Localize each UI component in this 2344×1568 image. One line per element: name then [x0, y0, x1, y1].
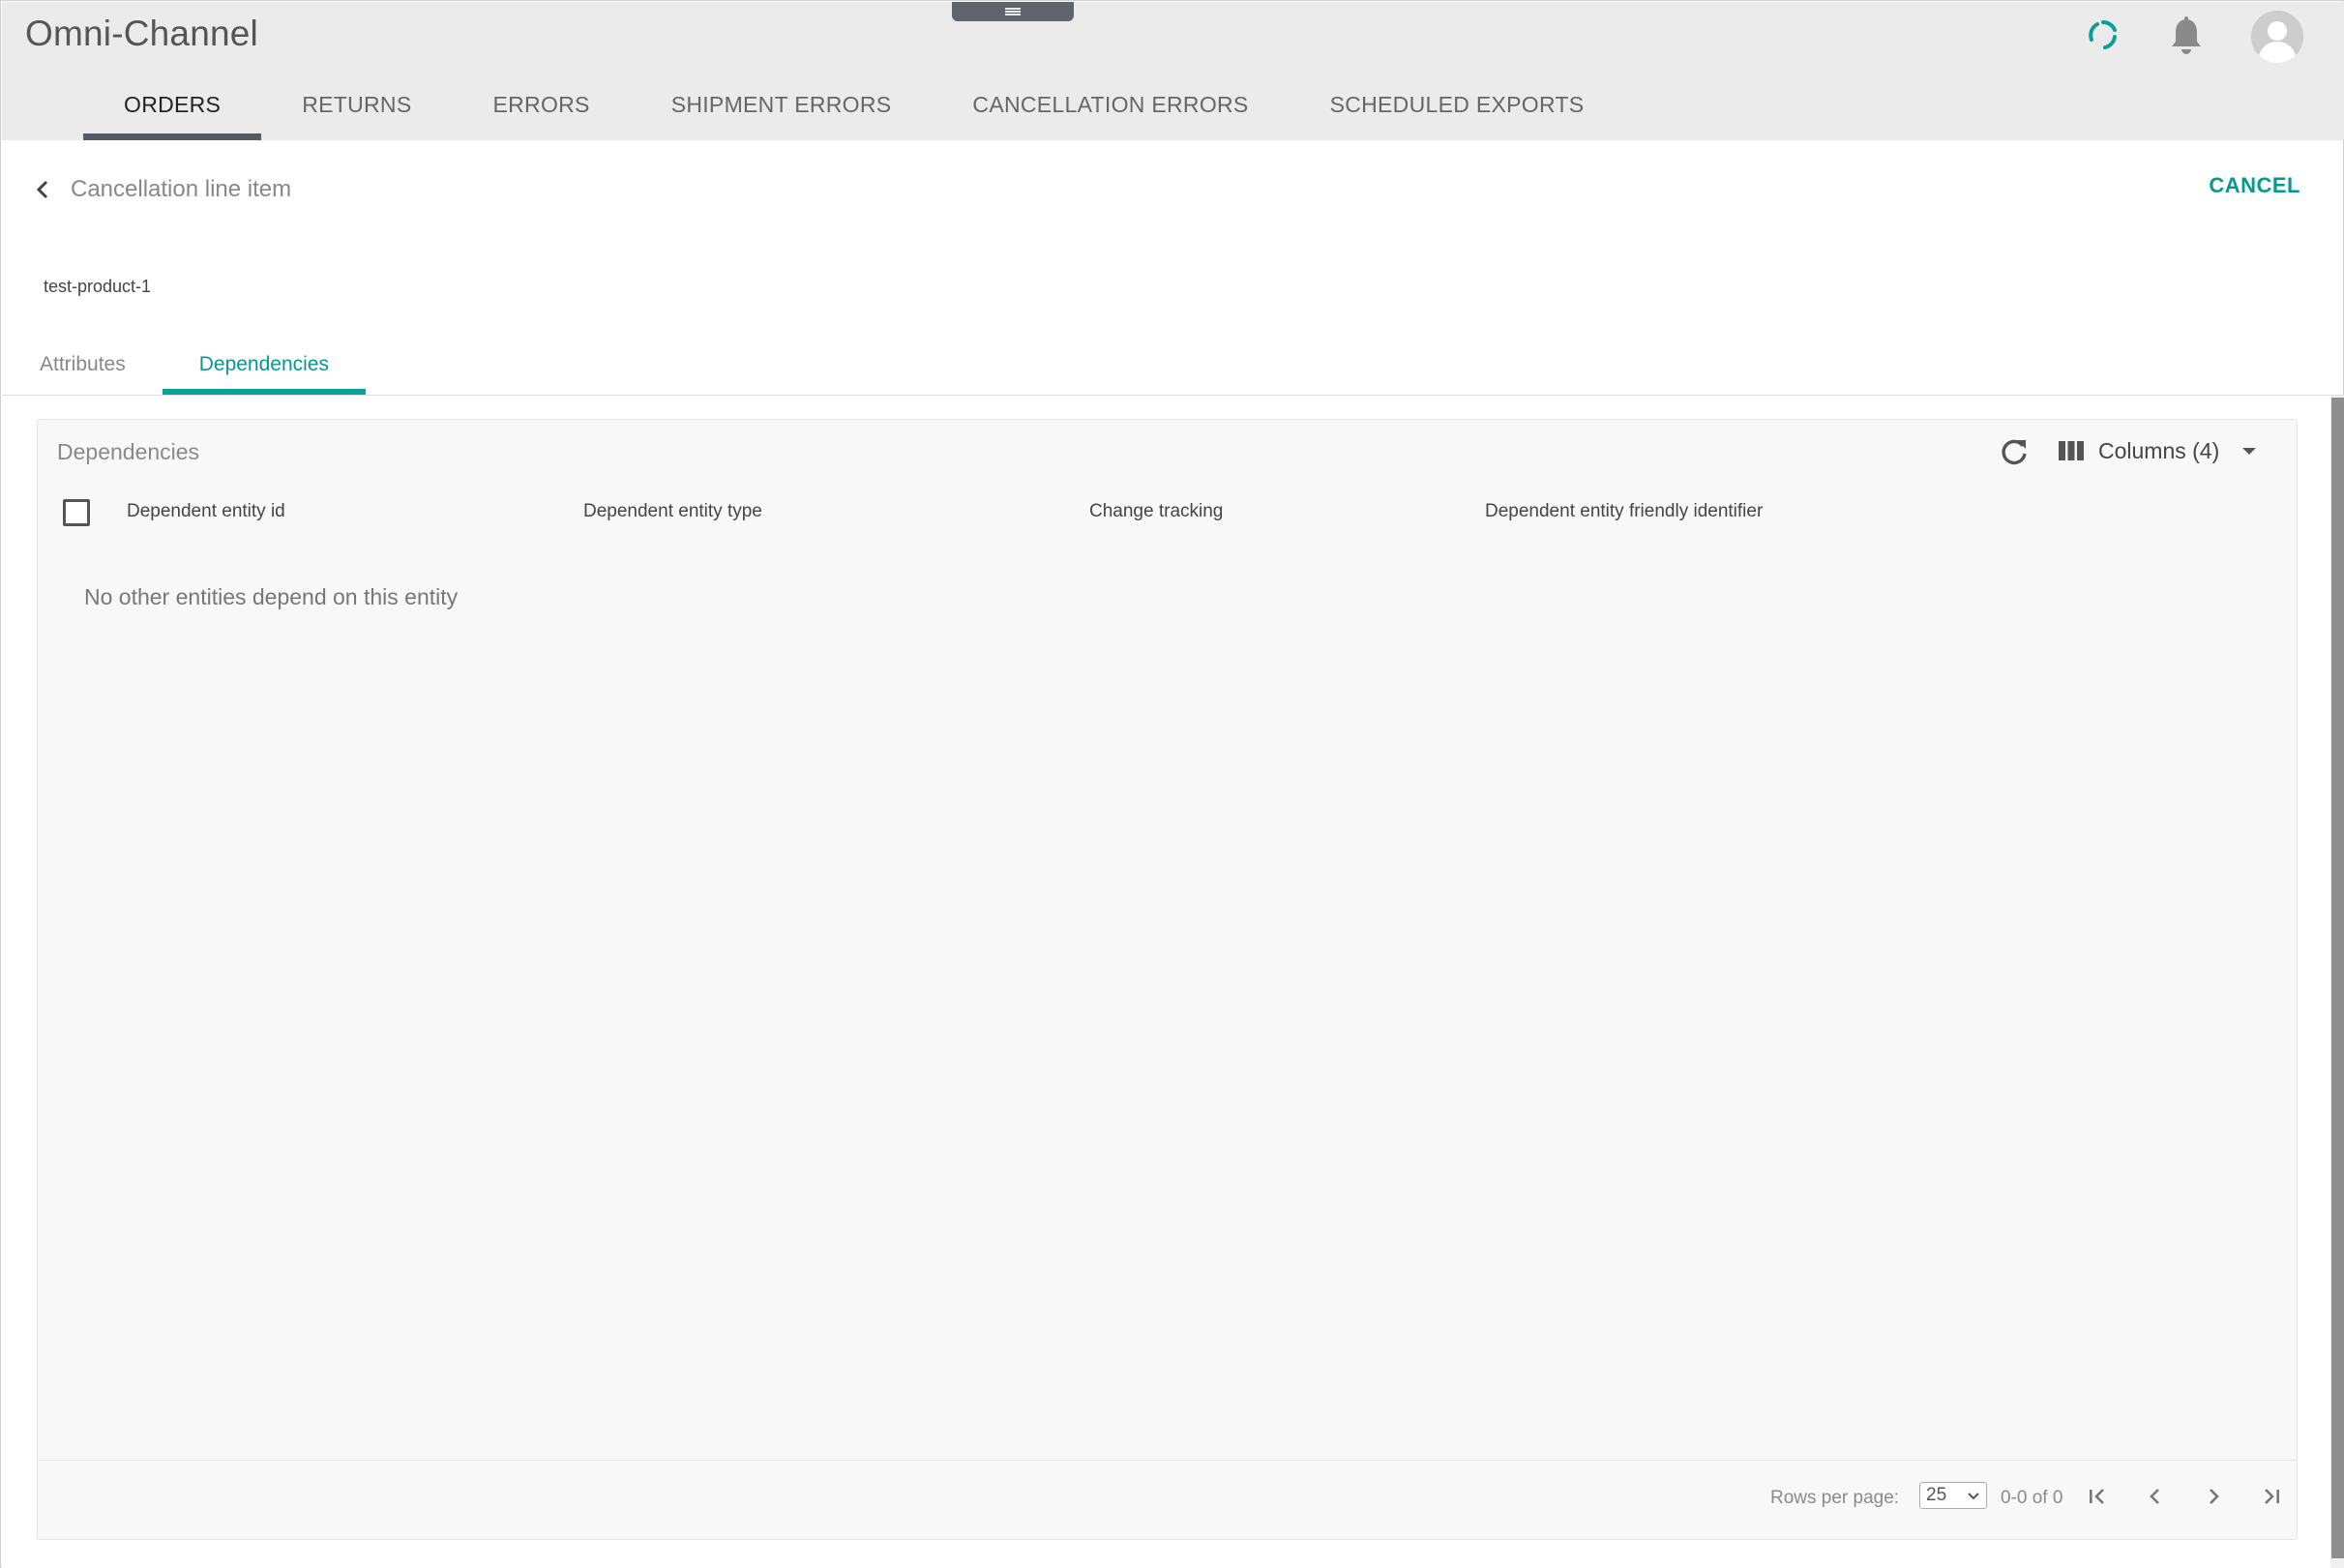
caret-down-icon	[2242, 448, 2257, 455]
rows-per-page-label: Rows per page:	[1770, 1488, 1900, 1508]
back-link[interactable]: Cancellation line item	[30, 170, 291, 209]
avatar[interactable]	[2251, 11, 2303, 63]
select-all-checkbox[interactable]	[63, 499, 90, 526]
column-header-friendly-identifier[interactable]: Dependent entity friendly identifier	[1485, 501, 1763, 522]
table-footer: Rows per page: 25 0-0 of 0	[38, 1460, 2297, 1539]
tab-cancellation-errors[interactable]: CANCELLATION ERRORS	[932, 70, 1289, 140]
chevron-left-icon	[36, 180, 48, 199]
tab-returns[interactable]: RETURNS	[261, 70, 452, 140]
main-nav: ORDERS RETURNS ERRORS SHIPMENT ERRORS CA…	[83, 70, 1624, 140]
column-header-dependent-entity-type[interactable]: Dependent entity type	[583, 501, 762, 522]
next-page-icon[interactable]	[2199, 1482, 2228, 1511]
columns-button[interactable]: Columns (4)	[2058, 434, 2258, 467]
pagination-range: 0-0 of 0	[2001, 1488, 2063, 1508]
table-header: Dependent entity id Dependent entity typ…	[38, 489, 2297, 536]
app-title: Omni-Channel	[25, 14, 258, 53]
columns-label: Columns (4)	[2098, 437, 2220, 463]
empty-message: No other entities depend on this entity	[84, 584, 459, 609]
refresh-icon[interactable]	[1998, 435, 2031, 468]
tab-dependencies[interactable]: Dependencies	[162, 335, 367, 395]
last-page-icon[interactable]	[2257, 1482, 2286, 1511]
cancel-button[interactable]: CANCEL	[2209, 173, 2300, 198]
sync-icon[interactable]	[2084, 15, 2122, 54]
product-id: test-product-1	[44, 277, 152, 296]
menu-handle[interactable]	[952, 2, 1074, 21]
page-title: Cancellation line item	[71, 176, 292, 202]
detail-tabs: Attributes Dependencies	[15, 335, 367, 395]
bell-icon[interactable]	[2167, 15, 2206, 56]
app-window: Omni-Channel ORDERS RETURNS ERRORS SHIPM…	[0, 0, 2344, 1568]
rows-per-page-select[interactable]: 25	[1919, 1482, 1987, 1509]
previous-page-icon[interactable]	[2141, 1482, 2170, 1511]
tab-orders[interactable]: ORDERS	[83, 70, 262, 140]
tab-shipment-errors[interactable]: SHIPMENT ERRORS	[631, 70, 933, 140]
card-title: Dependencies	[57, 439, 200, 464]
tab-errors[interactable]: ERRORS	[452, 70, 630, 140]
scrollbar-thumb[interactable]	[2331, 398, 2344, 1558]
menu-icon	[1005, 8, 1021, 15]
rows-per-page-value: 25	[1926, 1485, 1947, 1505]
tab-attributes[interactable]: Attributes	[15, 335, 151, 395]
column-header-change-tracking[interactable]: Change tracking	[1089, 501, 1223, 522]
dependencies-card: Dependencies Columns (4) Dependent entit…	[37, 419, 2298, 1540]
tab-scheduled-exports[interactable]: SCHEDULED EXPORTS	[1290, 70, 1625, 140]
header: Omni-Channel ORDERS RETURNS ERRORS SHIPM…	[2, 2, 2344, 140]
first-page-icon[interactable]	[2083, 1482, 2112, 1511]
chevron-down-icon	[1968, 1493, 1979, 1500]
columns-icon	[2059, 441, 2084, 460]
avatar-icon	[2251, 11, 2303, 63]
column-header-dependent-entity-id[interactable]: Dependent entity id	[127, 501, 285, 522]
